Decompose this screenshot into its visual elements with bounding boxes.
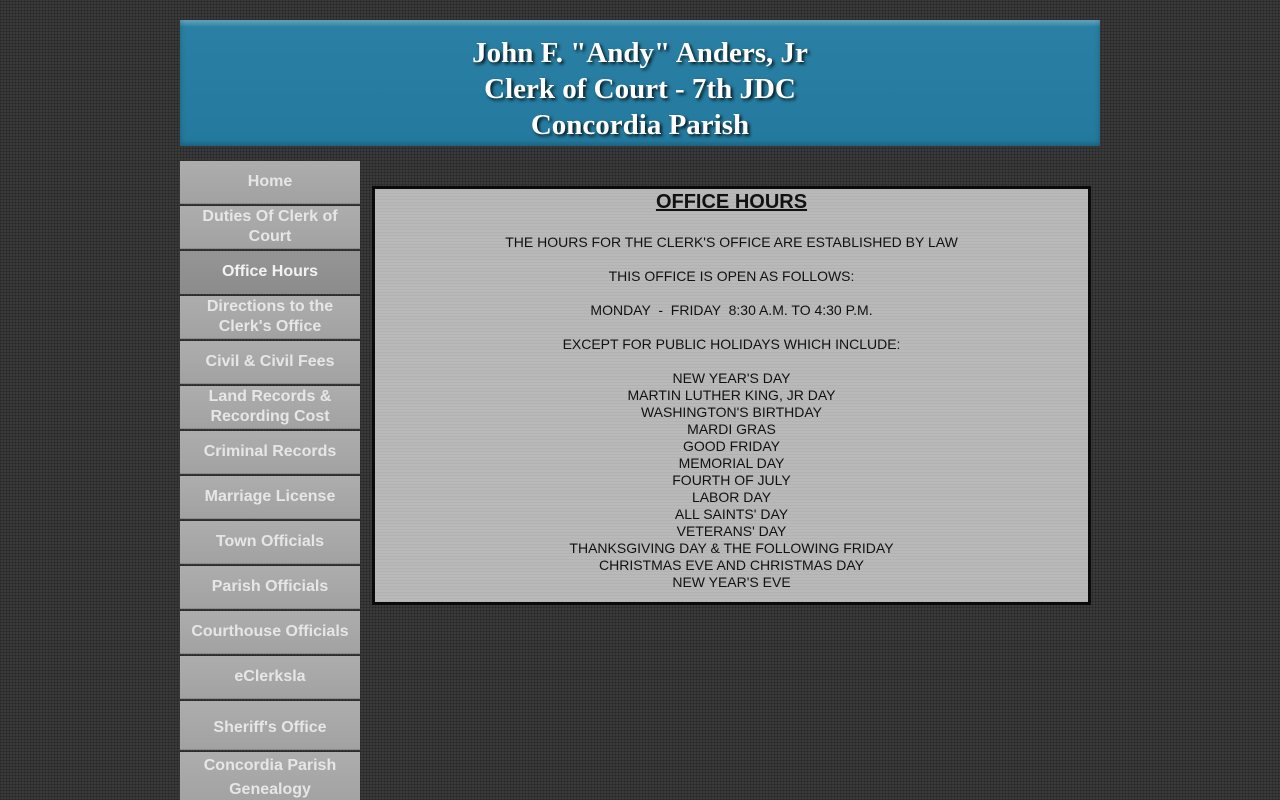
list-item: MARTIN LUTHER KING, JR DAY (627, 387, 836, 403)
open-as-text: THIS OFFICE IS OPEN AS FOLLOWS: (608, 268, 855, 284)
intro-text: THE HOURS FOR THE CLERK'S OFFICE ARE EST… (505, 234, 958, 250)
list-item: LABOR DAY (691, 489, 772, 505)
list-item: NEW YEAR'S EVE (672, 574, 791, 590)
header-parish: Concordia Parish (530, 109, 750, 141)
except-text: EXCEPT FOR PUBLIC HOLIDAYS WHICH INCLUDE… (562, 336, 901, 352)
list-item: NEW YEAR'S DAY (672, 370, 791, 386)
holiday-list: NEW YEAR'S DAY MARTIN LUTHER KING, JR DA… (375, 370, 1088, 591)
page-title: OFFICE HOURS (655, 191, 808, 213)
list-item: VETERANS' DAY (676, 523, 787, 539)
nav-item-duties[interactable]: Duties Of Clerk of Court (180, 206, 360, 249)
office-hours-panel: OFFICE HOURS THE HOURS FOR THE CLERK'S O… (372, 186, 1091, 605)
list-item: FOURTH OF JULY (672, 472, 791, 488)
nav-item-office-hours[interactable]: Office Hours (180, 251, 360, 294)
nav-item-criminal-records[interactable]: Criminal Records (180, 431, 360, 474)
nav-item-parish-officials[interactable]: Parish Officials (180, 566, 360, 609)
nav-item-town-officials[interactable]: Town Officials (180, 521, 360, 564)
nav-item-directions[interactable]: Directions to the Clerk's Office (180, 296, 360, 339)
list-item: CHRISTMAS EVE AND CHRISTMAS DAY (598, 557, 864, 573)
list-item: GOOD FRIDAY (683, 438, 780, 454)
schedule-text: MONDAY - FRIDAY 8:30 A.M. TO 4:30 P.M. (590, 302, 873, 318)
nav-item-marriage-license[interactable]: Marriage License (180, 476, 360, 519)
list-item: MARDI GRAS (687, 421, 776, 437)
nav-item-land-records[interactable]: Land Records & Recording Cost (180, 386, 360, 429)
nav-item-eclerksla[interactable]: eClerksla (180, 656, 360, 699)
list-item: WASHINGTON'S BIRTHDAY (640, 404, 823, 420)
header-title: Clerk of Court - 7th JDC (484, 73, 796, 105)
header-name: John F. "Andy" Anders, Jr (472, 37, 808, 69)
nav-item-genealogy[interactable]: Concordia Parish Genealogy (180, 752, 360, 800)
list-item: MEMORIAL DAY (678, 455, 785, 471)
nav-item-sheriffs-office[interactable]: Sheriff's Office (180, 701, 360, 750)
nav-item-home[interactable]: Home (180, 161, 360, 204)
sidebar-nav: Home Duties Of Clerk of Court Office Hou… (180, 161, 360, 800)
nav-item-courthouse-officials[interactable]: Courthouse Officials (180, 611, 360, 654)
list-item: ALL SAINTS' DAY (674, 506, 789, 522)
site-header: John F. "Andy" Anders, Jr Clerk of Court… (180, 20, 1100, 146)
list-item: THANKSGIVING DAY & THE FOLLOWING FRIDAY (569, 540, 894, 556)
nav-item-civil-fees[interactable]: Civil & Civil Fees (180, 341, 360, 384)
